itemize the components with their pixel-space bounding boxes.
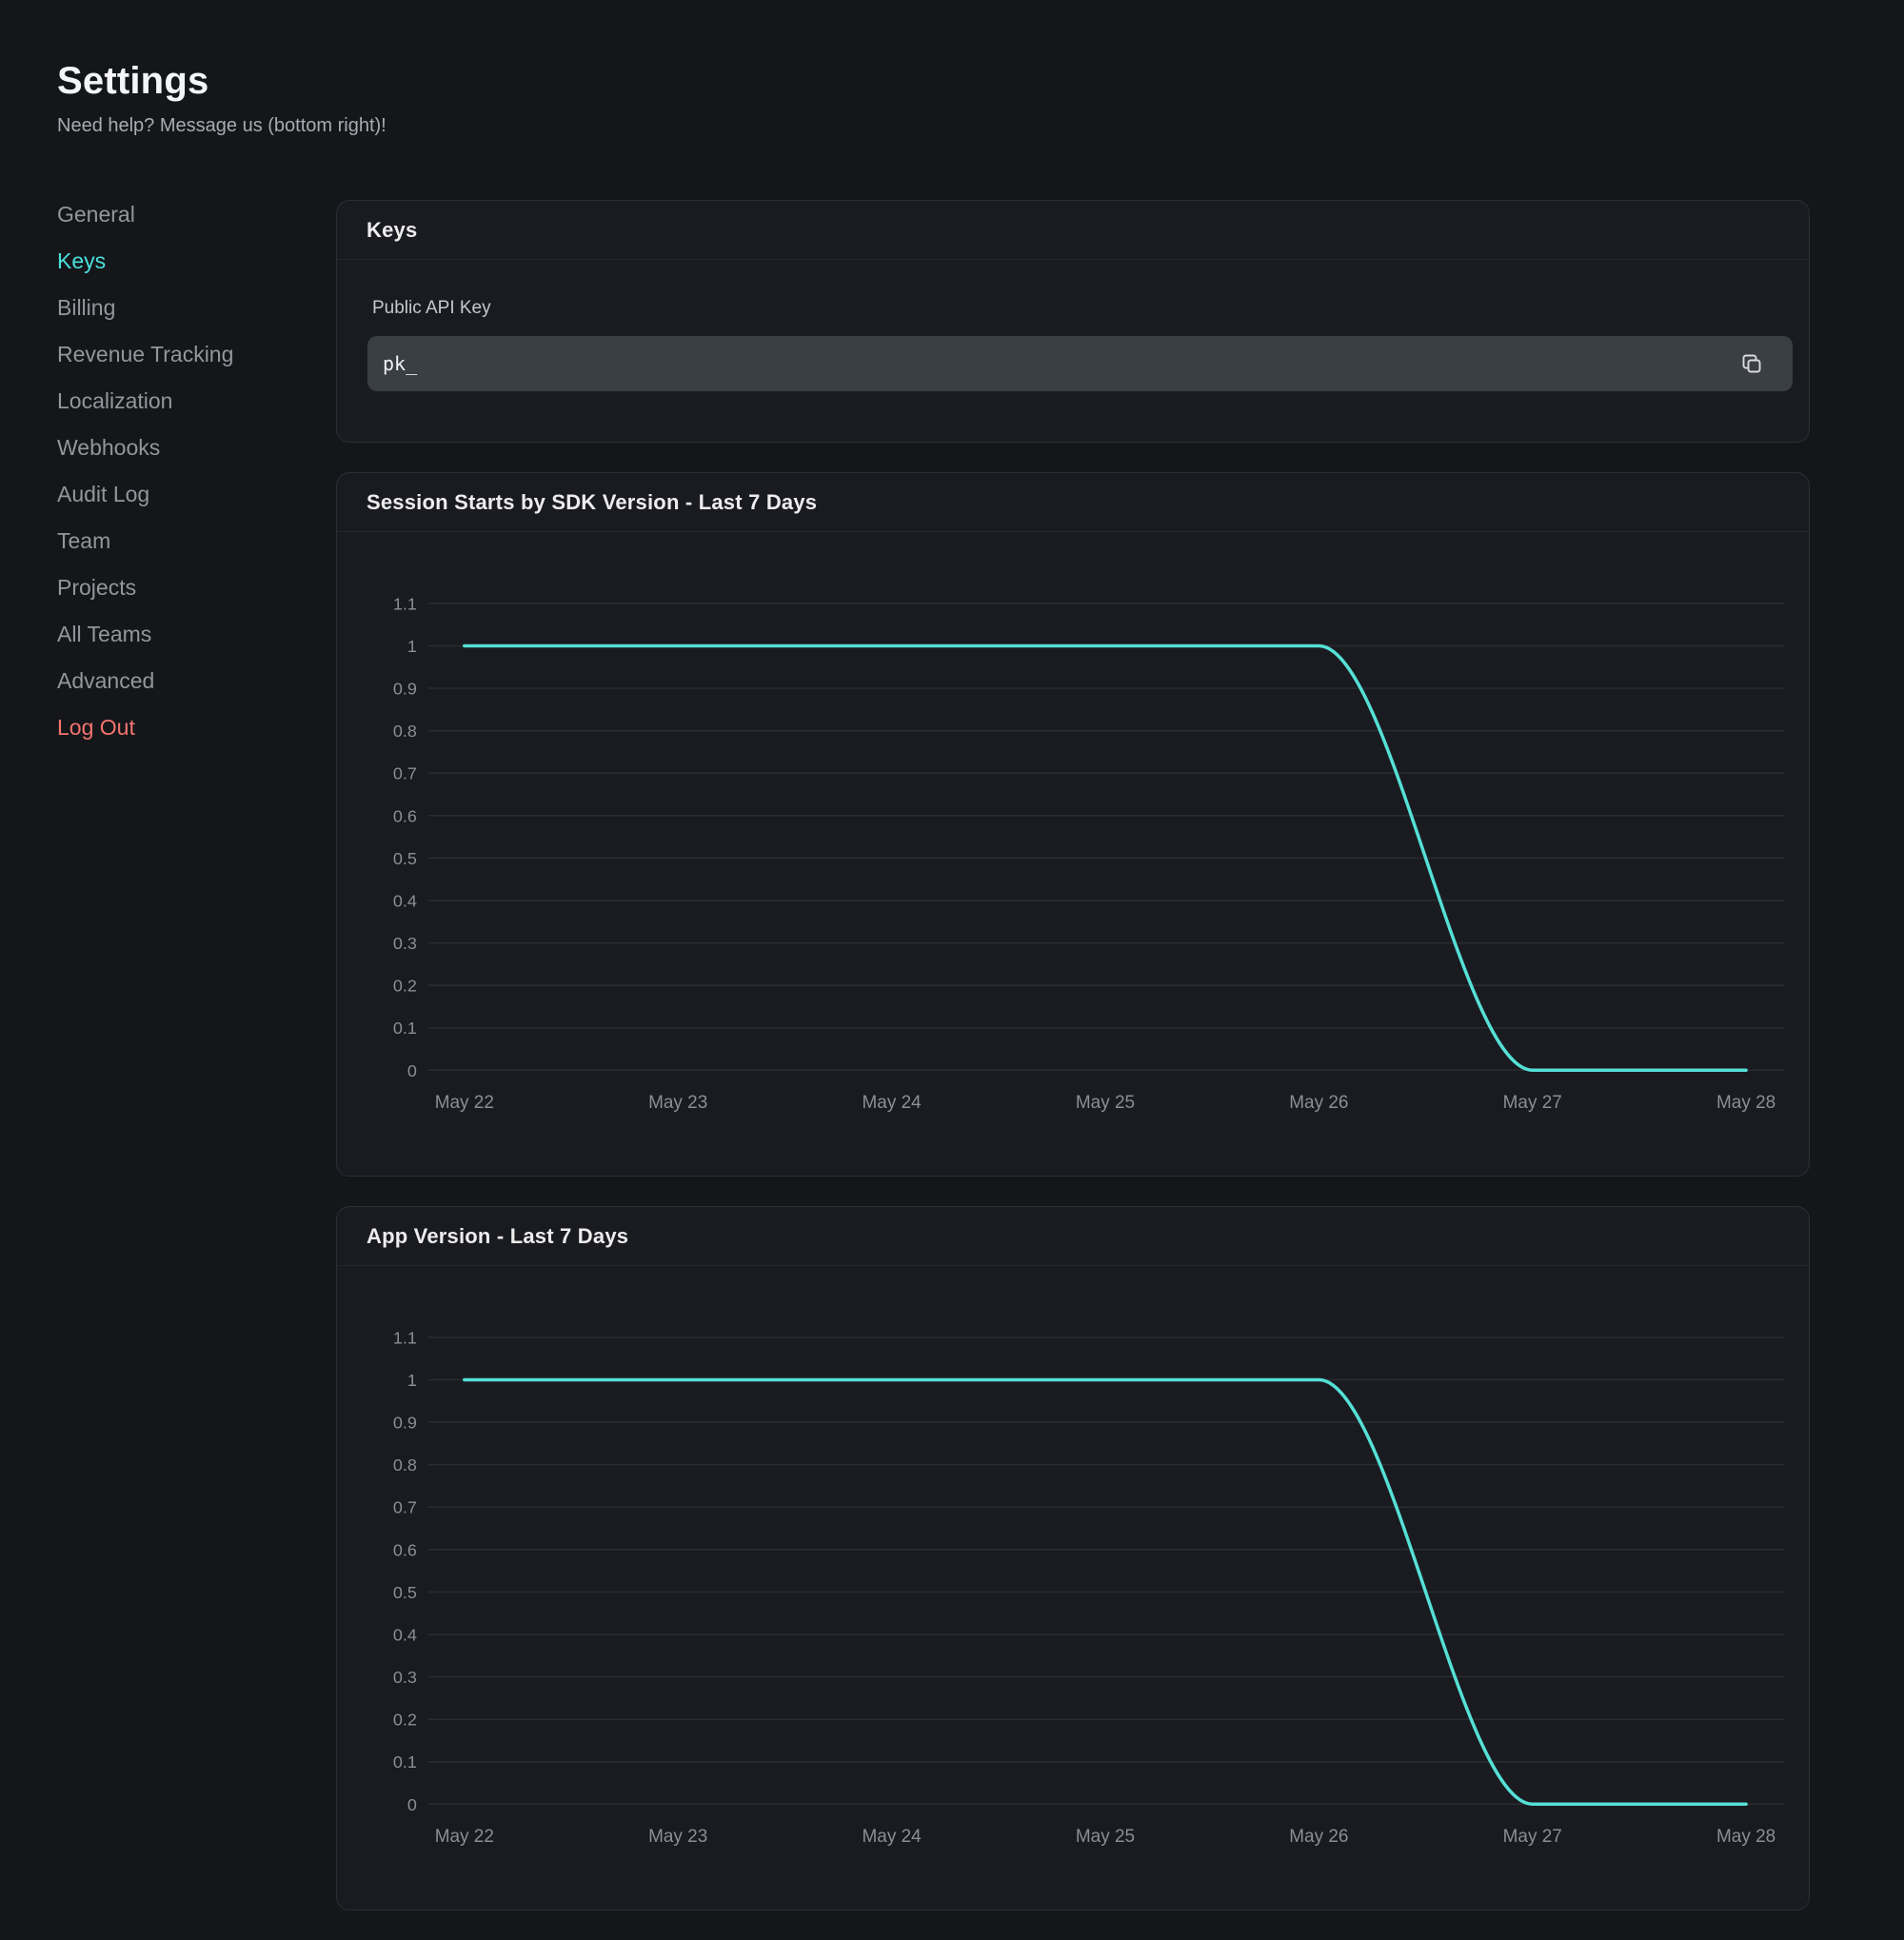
page-subtitle: Need help? Message us (bottom right)! — [57, 112, 1810, 139]
sidebar-item-webhooks[interactable]: Webhooks — [57, 425, 336, 471]
app-version-chart-card: App Version - Last 7 Days 1.1 1 0.9 0.8 0.7 0… — [336, 1206, 1810, 1910]
x-axis-label: May 27 — [1503, 1827, 1562, 1847]
x-axis-label: May 24 — [862, 1827, 921, 1847]
y-axis-tick-label: 1 — [407, 637, 417, 656]
keys-card-header: Keys — [337, 201, 1809, 260]
settings-page: Settings Need help? Message us (bottom r… — [0, 0, 1904, 1940]
sidebar-item-all-teams[interactable]: All Teams — [57, 611, 336, 658]
copy-icon — [1740, 352, 1763, 375]
x-axis-label: May 26 — [1289, 1093, 1348, 1113]
x-axis-label: May 23 — [648, 1093, 707, 1113]
sidebar-item-keys[interactable]: Keys — [57, 238, 336, 285]
y-axis-tick-label: 0.3 — [393, 1668, 417, 1687]
page-title: Settings — [57, 59, 1810, 103]
x-axis-label: May 28 — [1716, 1093, 1775, 1113]
y-axis-tick-label: 0.9 — [393, 680, 417, 699]
y-axis-tick-label: 0.7 — [393, 764, 417, 783]
y-axis-tick-label: 0.8 — [393, 1455, 417, 1475]
y-axis-tick-label: 0.2 — [393, 1711, 417, 1730]
keys-card-body: Public API Key pk_ — [337, 260, 1809, 442]
public-api-key-label: Public API Key — [372, 296, 1793, 321]
y-axis-tick-label: 0.9 — [393, 1414, 417, 1433]
y-axis-tick-label: 0.4 — [393, 891, 417, 910]
y-axis-tick-label: 0.8 — [393, 722, 417, 741]
y-axis-tick-label: 1.1 — [393, 1329, 417, 1348]
y-axis-tick-label: 0.2 — [393, 977, 417, 996]
sidebar-item-log-out[interactable]: Log Out — [57, 704, 336, 751]
keys-card: Keys Public API Key pk_ — [336, 200, 1810, 443]
sdk-version-chart-card: Session Starts by SDK Version - Last 7 D… — [336, 472, 1810, 1177]
sidebar-item-billing[interactable]: Billing — [57, 285, 336, 331]
sidebar-item-localization[interactable]: Localization — [57, 378, 336, 425]
sdk-version-chart-header: Session Starts by SDK Version - Last 7 D… — [337, 473, 1809, 532]
x-axis-label: May 28 — [1716, 1827, 1775, 1847]
x-axis-label: May 25 — [1076, 1827, 1135, 1847]
line-chart-canvas: 1.1 1 0.9 0.8 0.7 0.6 0.5 0.4 0.3 0.2 0.1 0 May 22 Ma… — [337, 532, 1809, 1176]
keys-card-title: Keys — [367, 218, 417, 243]
sidebar-item-projects[interactable]: Projects — [57, 564, 336, 611]
sdk-version-chart: 1.1 1 0.9 0.8 0.7 0.6 0.5 0.4 0.3 0.2 0.1 0 May 22 Ma… — [337, 532, 1809, 1176]
x-axis-label: May 26 — [1289, 1827, 1348, 1847]
y-axis-tick-label: 1.1 — [393, 594, 417, 613]
settings-nav: GeneralKeysBillingRevenue TrackingLocali… — [57, 191, 336, 751]
y-axis-tick-label: 0.1 — [393, 1019, 417, 1038]
x-axis-label: May 22 — [435, 1093, 494, 1113]
y-axis-tick-label: 0 — [407, 1795, 417, 1814]
y-axis-tick-label: 0.6 — [393, 806, 417, 825]
y-axis-tick-label: 0.6 — [393, 1540, 417, 1559]
x-axis-label: May 24 — [862, 1093, 921, 1113]
copy-button[interactable] — [1739, 351, 1764, 376]
line-chart-canvas: 1.1 1 0.9 0.8 0.7 0.6 0.5 0.4 0.3 0.2 0.1 0 May 22 Ma… — [337, 1266, 1809, 1910]
sdk-version-chart-title: Session Starts by SDK Version - Last 7 D… — [367, 490, 817, 515]
x-axis-label: May 22 — [435, 1827, 494, 1847]
y-axis-tick-label: 0.4 — [393, 1626, 417, 1645]
sidebar-item-general[interactable]: General — [57, 191, 336, 238]
sidebar-item-audit-log[interactable]: Audit Log — [57, 471, 336, 518]
public-api-key-value: pk_ — [383, 352, 417, 375]
app-version-chart-title: App Version - Last 7 Days — [367, 1224, 628, 1249]
y-axis-tick-label: 0.1 — [393, 1752, 417, 1772]
y-axis-tick-label: 0.3 — [393, 934, 417, 953]
sidebar-item-revenue-tracking[interactable]: Revenue Tracking — [57, 331, 336, 378]
app-version-chart-header: App Version - Last 7 Days — [337, 1207, 1809, 1266]
y-axis-tick-label: 0.5 — [393, 1583, 417, 1602]
page-header: Settings Need help? Message us (bottom r… — [57, 59, 1810, 139]
x-axis-label: May 27 — [1503, 1093, 1562, 1113]
y-axis-tick-label: 0 — [407, 1061, 417, 1080]
x-axis-label: May 25 — [1076, 1093, 1135, 1113]
sidebar-item-advanced[interactable]: Advanced — [57, 658, 336, 704]
sidebar-item-team[interactable]: Team — [57, 518, 336, 564]
y-axis-tick-label: 0.7 — [393, 1498, 417, 1517]
app-version-chart: 1.1 1 0.9 0.8 0.7 0.6 0.5 0.4 0.3 0.2 0.1 0 May 22 Ma… — [337, 1266, 1809, 1910]
y-axis-tick-label: 0.5 — [393, 849, 417, 868]
y-axis-tick-label: 1 — [407, 1371, 417, 1390]
public-api-key-field[interactable]: pk_ — [367, 336, 1793, 391]
x-axis-label: May 23 — [648, 1827, 707, 1847]
